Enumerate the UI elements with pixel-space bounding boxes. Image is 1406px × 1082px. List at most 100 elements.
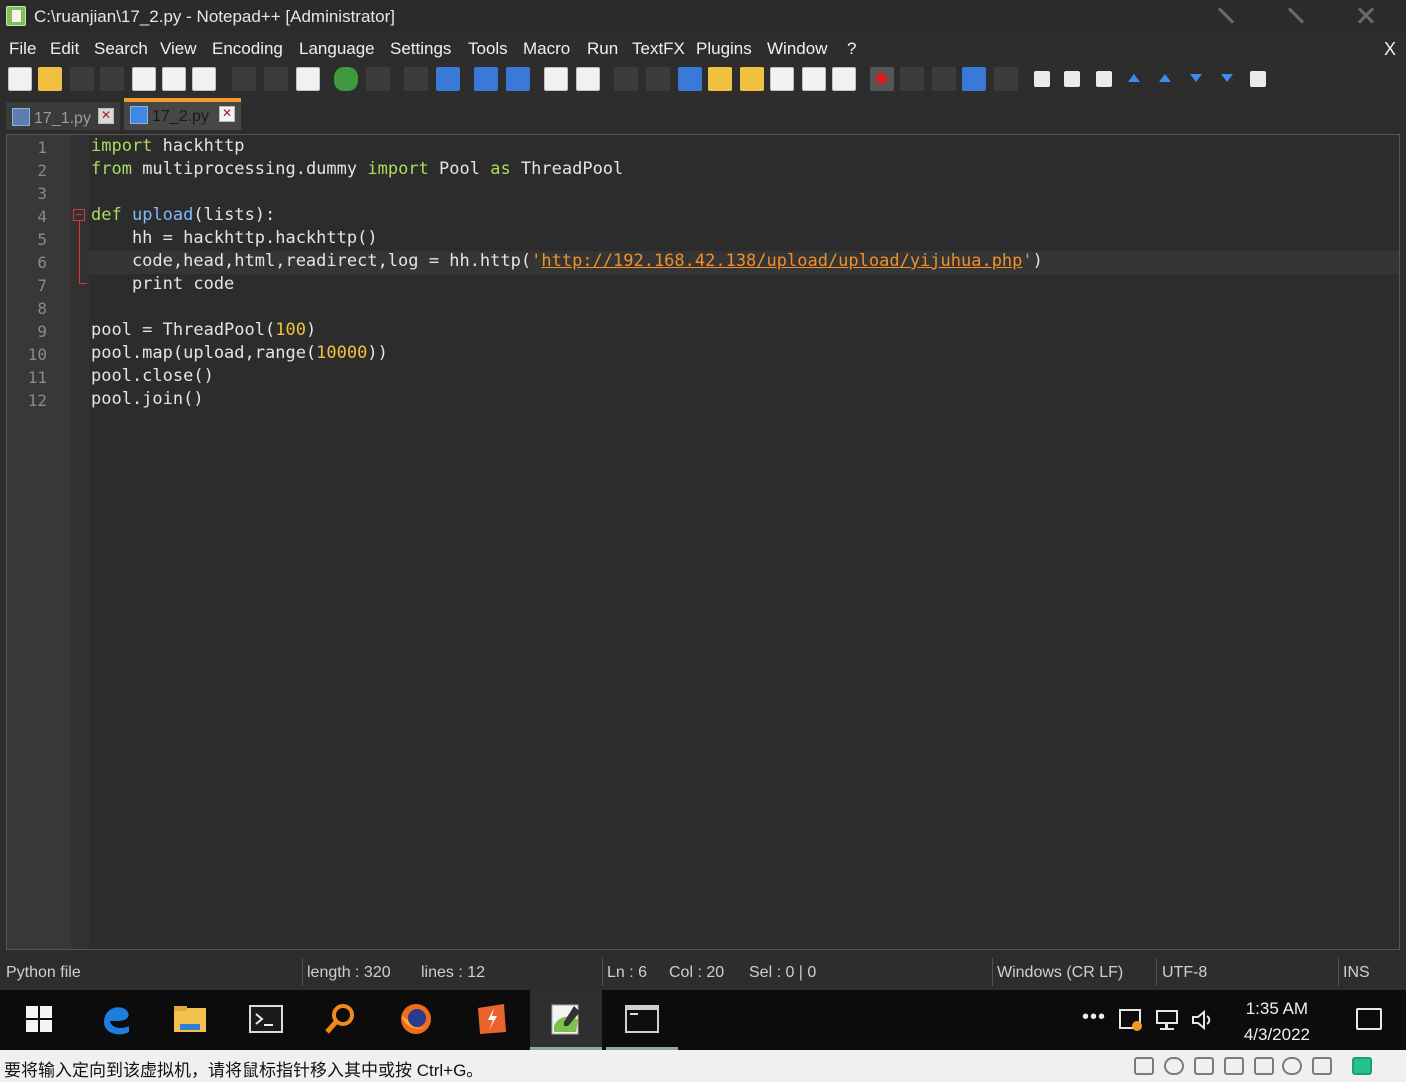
minimize-button[interactable] [1214, 4, 1238, 28]
play-macro-icon[interactable] [932, 67, 956, 91]
code-line[interactable]: print code [91, 274, 234, 297]
find-icon[interactable] [404, 67, 428, 91]
fold-toggle-icon[interactable] [73, 209, 85, 221]
zoom-in-icon[interactable] [474, 67, 498, 91]
stop-macro-icon[interactable] [900, 67, 924, 91]
close-window-button[interactable] [1354, 4, 1378, 28]
vm-message-icon[interactable] [1352, 1057, 1372, 1075]
tab-17-2-py[interactable]: 17_2.py [124, 98, 241, 130]
menu-run[interactable]: Run [587, 39, 618, 59]
folder-workspace-icon[interactable] [802, 67, 826, 91]
network-adapter-icon[interactable] [1194, 1057, 1214, 1075]
code-editor[interactable]: 1 2 3 4 5 6 7 8 9 10 11 12 import hackhttp from mult… [6, 134, 1400, 950]
word-wrap-icon[interactable] [614, 67, 638, 91]
taskbar-terminal[interactable] [230, 990, 302, 1050]
sync-horizontal-icon[interactable] [576, 67, 600, 91]
plugin-insert-icon[interactable] [1034, 71, 1050, 87]
user-language-icon[interactable] [708, 67, 732, 91]
hard-disk-icon[interactable] [1134, 1057, 1154, 1075]
close-file-icon[interactable] [132, 67, 156, 91]
taskbar-burp-suite[interactable] [456, 990, 528, 1050]
move-down-icon[interactable] [1188, 72, 1204, 86]
printer-icon[interactable] [1224, 1057, 1244, 1075]
close-tab-icon[interactable] [219, 106, 235, 122]
code-area[interactable]: import hackhttp from multiprocessing.dumm… [89, 135, 1399, 949]
taskbar-command-prompt[interactable] [606, 990, 678, 1050]
move-top-icon[interactable] [1126, 72, 1142, 86]
maximize-button[interactable] [1284, 4, 1308, 28]
taskbar-file-explorer[interactable] [154, 990, 226, 1050]
monitoring-icon[interactable] [832, 67, 856, 91]
zoom-out-icon[interactable] [506, 67, 530, 91]
action-center-warning-icon[interactable] [1118, 1008, 1144, 1032]
taskbar-notepadpp[interactable] [530, 990, 602, 1050]
sync-vertical-icon[interactable] [544, 67, 568, 91]
close-document-button[interactable]: X [1384, 39, 1396, 60]
fold-margin[interactable] [71, 135, 89, 949]
notifications-icon[interactable] [1356, 1008, 1382, 1030]
status-eol[interactable]: Windows (CR LF) [997, 964, 1123, 982]
record-macro-icon[interactable] [870, 67, 894, 91]
close-tab-icon[interactable] [98, 108, 114, 124]
menu-file[interactable]: File [9, 39, 36, 59]
code-url-link[interactable]: http://192.168.42.138/upload/upload/yiju… [541, 251, 1022, 271]
open-file-icon[interactable] [38, 67, 62, 91]
indent-guide-icon[interactable] [678, 67, 702, 91]
display-icon[interactable] [1312, 1057, 1332, 1075]
menu-tools[interactable]: Tools [468, 39, 508, 59]
document-map-icon[interactable] [740, 67, 764, 91]
tray-overflow-button[interactable]: ••• [1082, 1006, 1106, 1029]
sound-icon[interactable] [1254, 1057, 1274, 1075]
cd-drive-icon[interactable] [1164, 1057, 1184, 1075]
code-line[interactable]: pool = ThreadPool(100) [91, 320, 316, 343]
redo-icon[interactable] [366, 67, 390, 91]
cut-icon[interactable] [232, 67, 256, 91]
print-icon[interactable] [192, 67, 216, 91]
save-macro-icon[interactable] [994, 67, 1018, 91]
plugin-table-icon[interactable] [1064, 71, 1080, 87]
menu-plugins[interactable]: Plugins [696, 39, 752, 59]
taskbar-firefox[interactable] [380, 990, 452, 1050]
menu-settings[interactable]: Settings [390, 39, 451, 59]
show-all-chars-icon[interactable] [646, 67, 670, 91]
menu-window[interactable]: Window [767, 39, 827, 59]
copy-icon[interactable] [264, 67, 288, 91]
usb-icon[interactable] [1282, 1057, 1302, 1075]
menu-encoding[interactable]: Encoding [212, 39, 283, 59]
paste-icon[interactable] [296, 67, 320, 91]
undo-icon[interactable] [334, 67, 358, 91]
menu-help[interactable]: ? [847, 39, 856, 59]
start-button[interactable] [0, 990, 72, 1050]
code-line[interactable]: code,head,html,readirect,log = hh.http('… [91, 251, 1043, 274]
code-line[interactable]: hh = hackhttp.hackhttp() [91, 228, 378, 251]
taskbar-edge[interactable] [80, 990, 152, 1050]
save-all-icon[interactable] [100, 67, 124, 91]
code-line[interactable]: import hackhttp [91, 136, 245, 159]
run-macro-multiple-icon[interactable] [962, 67, 986, 91]
menu-search[interactable]: Search [94, 39, 148, 59]
status-insert-mode[interactable]: INS [1343, 964, 1370, 982]
move-bottom-icon[interactable] [1219, 72, 1235, 86]
network-icon[interactable] [1154, 1008, 1180, 1032]
code-line[interactable]: def upload(lists): [91, 205, 275, 228]
taskbar-search-tool[interactable] [304, 990, 376, 1050]
new-file-icon[interactable] [8, 67, 32, 91]
code-line[interactable]: pool.join() [91, 389, 204, 412]
menu-language[interactable]: Language [299, 39, 375, 59]
status-encoding[interactable]: UTF-8 [1162, 964, 1207, 982]
taskbar-clock[interactable]: 1:35 AM 4/3/2022 [1244, 996, 1310, 1048]
close-all-icon[interactable] [162, 67, 186, 91]
save-icon[interactable] [70, 67, 94, 91]
menu-edit[interactable]: Edit [50, 39, 79, 59]
code-line[interactable]: pool.close() [91, 366, 214, 389]
replace-icon[interactable] [436, 67, 460, 91]
menu-view[interactable]: View [160, 39, 197, 59]
function-list-icon[interactable] [770, 67, 794, 91]
code-line[interactable]: pool.map(upload,range(10000)) [91, 343, 388, 366]
menu-textfx[interactable]: TextFX [632, 39, 685, 59]
plugin-panel-icon[interactable] [1250, 71, 1266, 87]
plugin-list-icon[interactable] [1096, 71, 1112, 87]
code-line[interactable]: from multiprocessing.dummy import Pool a… [91, 159, 623, 182]
menu-macro[interactable]: Macro [523, 39, 570, 59]
move-up-icon[interactable] [1157, 72, 1173, 86]
